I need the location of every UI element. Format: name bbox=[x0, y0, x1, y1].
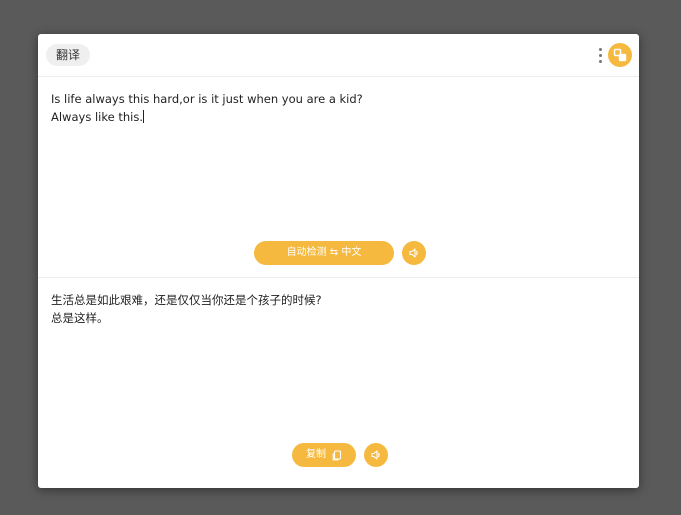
target-pane: 生活总是如此艰难，还是仅仅当你还是个孩子的时候? 总是这样。 复制 bbox=[38, 278, 639, 488]
copy-button-label: 复制 bbox=[306, 449, 326, 460]
text-caret bbox=[142, 110, 144, 123]
switch-layout-button[interactable] bbox=[608, 43, 632, 67]
speak-translation-button[interactable] bbox=[364, 443, 388, 467]
source-pane: Is life always this hard,or is it just w… bbox=[38, 77, 639, 278]
source-text-input[interactable]: Is life always this hard,or is it just w… bbox=[51, 90, 621, 126]
speaker-icon bbox=[371, 450, 380, 460]
app-title: 翻译 bbox=[46, 44, 91, 66]
more-vertical-icon[interactable] bbox=[598, 48, 602, 64]
source-text[interactable]: Is life always this hard,or is it just w… bbox=[51, 92, 363, 124]
speaker-icon bbox=[409, 248, 418, 258]
copy-icon bbox=[332, 449, 342, 460]
desktop-backdrop: 翻译 Is life always this hard,or is it jus… bbox=[0, 0, 681, 515]
translation-text: 生活总是如此艰难，还是仅仅当你还是个孩子的时候? 总是这样。 bbox=[51, 293, 322, 325]
title-bar: 翻译 bbox=[38, 34, 639, 77]
copy-button[interactable]: 复制 bbox=[292, 443, 356, 467]
translator-window: 翻译 Is life always this hard,or is it jus… bbox=[38, 34, 639, 488]
speak-source-button[interactable] bbox=[402, 241, 426, 265]
switch-layout-icon bbox=[613, 48, 627, 62]
language-selector-button[interactable]: 自动检测 ⇆ 中文 bbox=[254, 241, 394, 265]
